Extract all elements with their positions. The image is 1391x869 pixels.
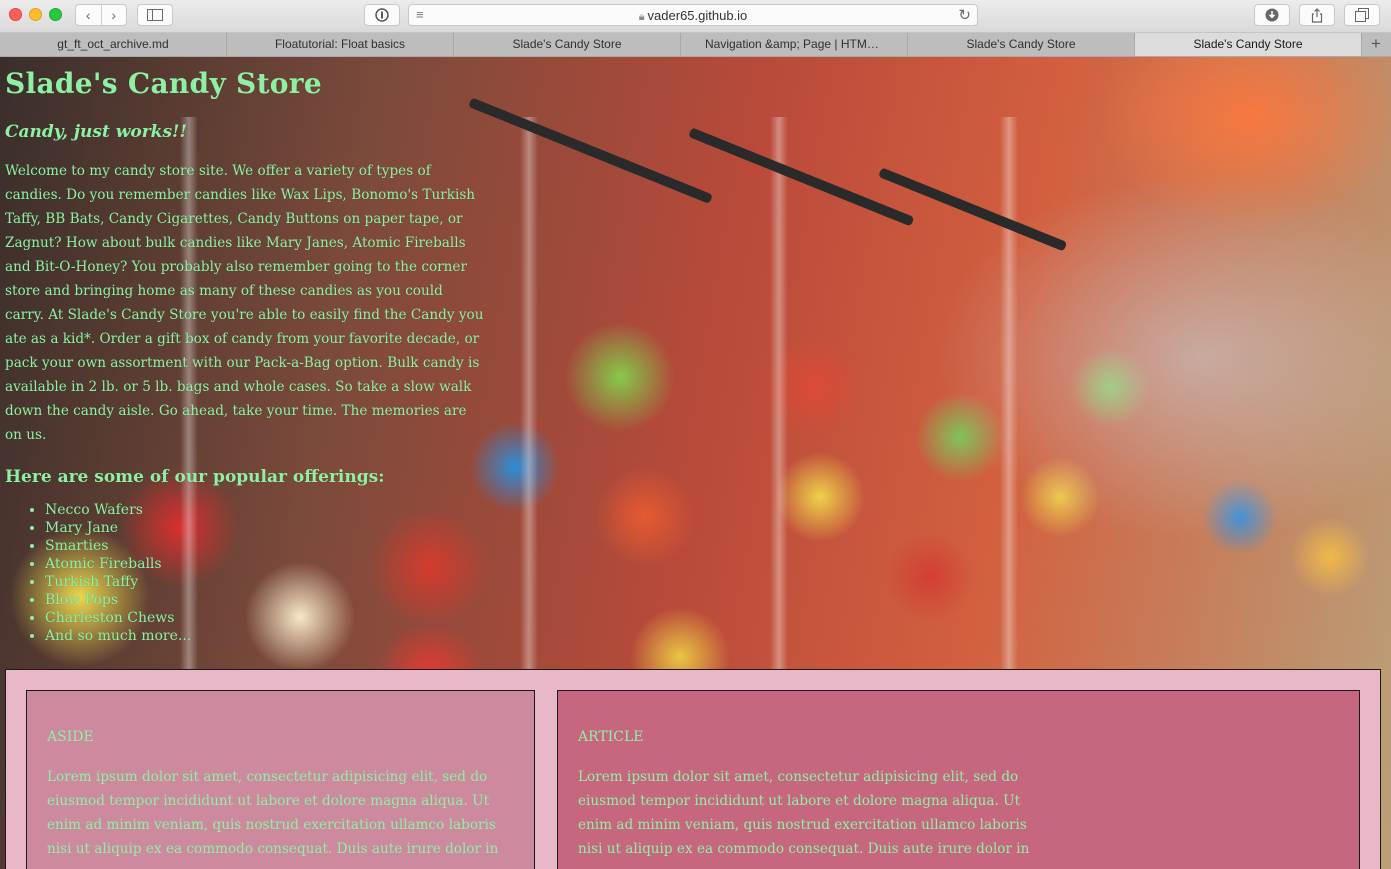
privacy-report-button[interactable] xyxy=(364,4,400,26)
list-item: Smarties xyxy=(45,537,485,555)
tagline: Candy, just works!! xyxy=(5,122,187,142)
aside-heading: ASIDE xyxy=(47,729,94,745)
url-text: vader65.github.io xyxy=(647,8,748,23)
back-icon[interactable]: ‹ xyxy=(76,5,101,25)
forward-icon[interactable]: › xyxy=(100,5,127,25)
tab-overview-icon xyxy=(1355,8,1369,22)
jar-lid xyxy=(878,167,1068,252)
downloads-button[interactable] xyxy=(1254,4,1290,26)
privacy-report-icon xyxy=(375,8,389,22)
article-heading: ARTICLE xyxy=(578,729,644,745)
tab-floatutorial[interactable]: Floatutorial: Float basics xyxy=(227,33,454,56)
address-bar[interactable]: ≡ 🔒︎ vader65.github.io ↻ xyxy=(408,4,978,26)
share-button[interactable] xyxy=(1299,4,1335,26)
aside-box: ASIDE Lorem ipsum dolor sit amet, consec… xyxy=(26,690,535,869)
sidebar-icon xyxy=(147,9,163,21)
tab-navigation-page[interactable]: Navigation &amp; Page | HTML, C... xyxy=(681,33,908,56)
minimize-dot-icon[interactable] xyxy=(29,8,42,21)
tab-slades-candy-store-1[interactable]: Slade's Candy Store xyxy=(454,33,681,56)
close-dot-icon[interactable] xyxy=(9,8,22,21)
sidebar-toggle-button[interactable] xyxy=(137,4,173,26)
list-item: Mary Jane xyxy=(45,519,485,537)
share-icon xyxy=(1311,7,1323,23)
article-box: ARTICLE Lorem ipsum dolor sit amet, cons… xyxy=(557,690,1360,869)
tab-overview-button[interactable] xyxy=(1344,4,1380,26)
navigation-buttons: ‹ › xyxy=(75,4,127,26)
download-icon xyxy=(1265,8,1279,22)
url-display[interactable]: 🔒︎ vader65.github.io xyxy=(409,8,977,24)
jar-glint xyxy=(770,117,788,677)
offerings-list: Necco Wafers Mary Jane Smarties Atomic F… xyxy=(5,501,485,645)
jar-lid xyxy=(468,97,713,205)
new-tab-icon[interactable]: + xyxy=(1362,33,1390,56)
tab-slades-candy-store-2[interactable]: Slade's Candy Store xyxy=(908,33,1135,56)
main-content: Slade's Candy Store Candy, just works!! … xyxy=(5,57,485,645)
content-section: ASIDE Lorem ipsum dolor sit amet, consec… xyxy=(5,669,1381,869)
lock-icon: 🔒︎ xyxy=(638,11,645,23)
tab-slades-candy-store-active[interactable]: Slade's Candy Store xyxy=(1135,33,1362,56)
list-item: Blow Pops xyxy=(45,591,485,609)
list-item: Atomic Fireballs xyxy=(45,555,485,573)
aside-text: Lorem ipsum dolor sit amet, consectetur … xyxy=(47,769,499,857)
browser-toolbar: ‹ › ≡ 🔒︎ vader65.github.io ↻ xyxy=(0,0,1391,33)
article-text: Lorem ipsum dolor sit amet, consectetur … xyxy=(578,769,1030,857)
list-item: Necco Wafers xyxy=(45,501,485,519)
offerings-heading: Here are some of our popular offerings: xyxy=(5,467,385,487)
tab-bar: gt_ft_oct_archive.md Floatutorial: Float… xyxy=(0,33,1391,57)
intro-paragraph: Welcome to my candy store site. We offer… xyxy=(5,163,484,443)
reload-icon[interactable]: ↻ xyxy=(958,6,971,24)
web-page: Slade's Candy Store Candy, just works!! … xyxy=(0,57,1391,869)
jar-glint xyxy=(1000,117,1018,677)
jar-glint xyxy=(520,117,538,677)
tab-gt-ft-oct-archive[interactable]: gt_ft_oct_archive.md xyxy=(0,33,227,56)
zoom-dot-icon[interactable] xyxy=(49,8,62,21)
list-item: And so much more... xyxy=(45,627,485,645)
page-title: Slade's Candy Store xyxy=(5,67,322,100)
list-item: Turkish Taffy xyxy=(45,573,485,591)
list-item: Charleston Chews xyxy=(45,609,485,627)
